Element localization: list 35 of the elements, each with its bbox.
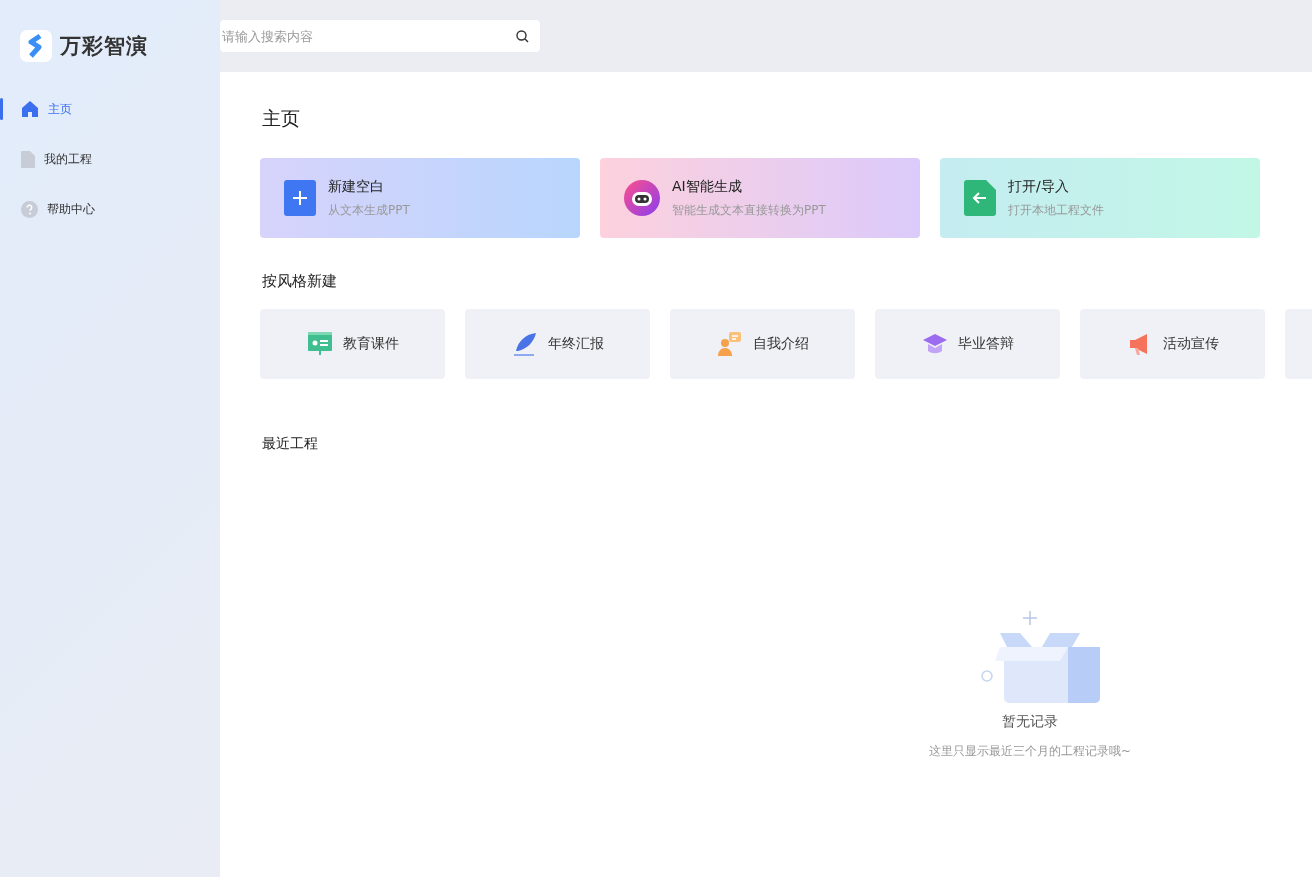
empty-hint: 这里只显示最近三个月的工程记录哦~: [928, 743, 1132, 760]
style-card[interactable]: 毕业答辩: [875, 309, 1060, 379]
action-title: 打开/导入: [1008, 177, 1070, 196]
home-icon: [21, 100, 39, 118]
presentation-board-icon: [306, 331, 333, 357]
search-icon[interactable]: [516, 30, 529, 43]
section-heading: 按风格新建: [262, 272, 338, 291]
search-field[interactable]: 请输入搜索内容: [220, 20, 540, 52]
sidebar-item[interactable]: 帮助中心: [0, 184, 220, 234]
help-icon: [21, 200, 38, 218]
robot-icon: [624, 180, 660, 216]
feather-pen-icon: [511, 331, 538, 357]
app-name: 万彩智演: [60, 33, 148, 60]
document-icon: [21, 150, 35, 168]
style-card[interactable]: 活动宣传: [1080, 309, 1265, 379]
person-speech-icon: [716, 331, 743, 357]
style-card[interactable]: 教育课件: [260, 309, 445, 379]
action-subtitle: 智能生成文本直接转换为PPT: [672, 201, 826, 219]
action-subtitle: 打开本地工程文件: [1008, 201, 1104, 219]
style-card[interactable]: 自我介绍: [670, 309, 855, 379]
action-card[interactable]: AI智能生成 智能生成文本直接转换为PPT: [600, 158, 920, 238]
action-card[interactable]: 打开/导入 打开本地工程文件: [940, 158, 1260, 238]
plus-icon: [284, 180, 316, 216]
sidebar-item[interactable]: 我的工程: [0, 134, 220, 184]
action-card[interactable]: 新建空白 从文本生成PPT: [260, 158, 580, 238]
action-title: AI智能生成: [672, 177, 743, 196]
import-icon: [964, 180, 996, 216]
logo-icon: [20, 30, 52, 62]
action-title: 新建空白: [328, 177, 385, 196]
empty-title: 暂无记录: [1002, 713, 1058, 731]
page-title: 主页: [262, 106, 301, 131]
action-subtitle: 从文本生成PPT: [328, 201, 410, 219]
section-heading: 最近工程: [262, 435, 319, 453]
sidebar-item[interactable]: 主页: [0, 84, 220, 134]
style-card[interactable]: 年终汇报: [465, 309, 650, 379]
